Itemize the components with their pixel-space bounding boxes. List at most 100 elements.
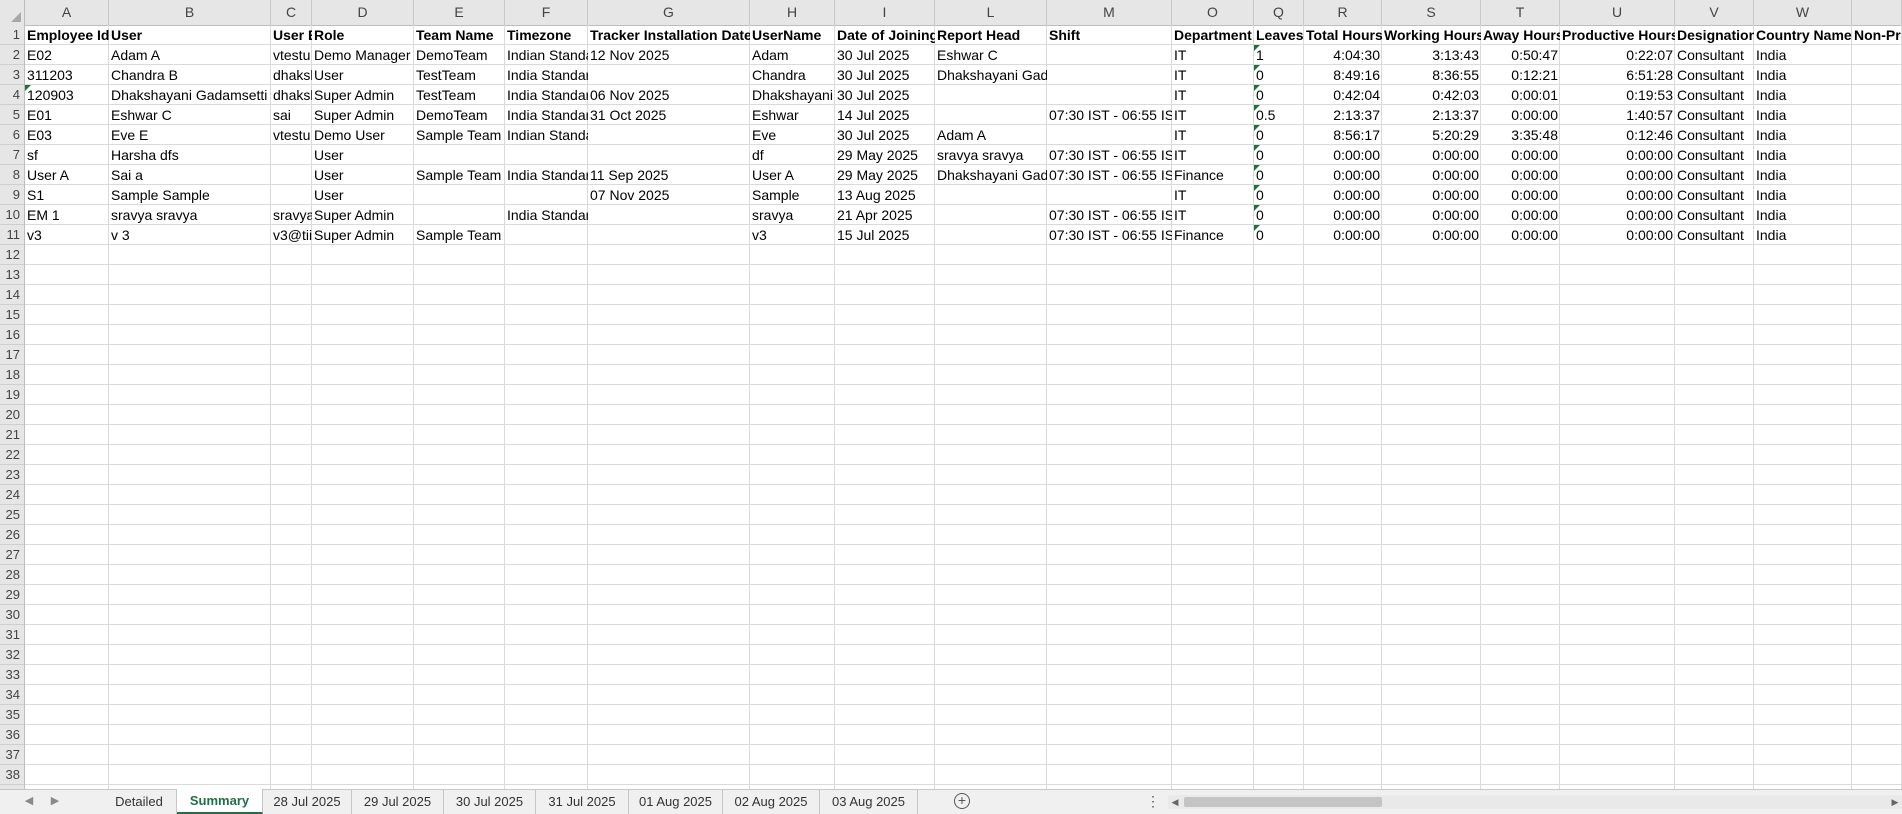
table-cell[interactable]: sf [25,145,109,165]
scrollbar-thumb[interactable] [1184,797,1382,807]
table-cell[interactable]: User [312,145,414,165]
table-cell[interactable]: Sample Team [414,165,505,185]
table-cell[interactable]: dhaksl [271,65,312,85]
row-number[interactable]: 36 [0,725,24,745]
table-cell[interactable]: Adam A [935,125,1047,145]
row-number[interactable]: 1 [0,25,24,45]
header-cell[interactable]: Department [1172,25,1254,45]
table-cell[interactable]: 0:12:21 [1481,65,1560,85]
table-cell[interactable] [1852,105,1902,125]
table-cell[interactable]: Indian Standa [505,45,588,65]
table-cell[interactable]: 0:00:00 [1560,205,1675,225]
table-cell[interactable]: v3 [750,225,835,245]
table-cell[interactable]: 0 [1254,205,1304,225]
table-cell[interactable]: Consultant [1675,85,1754,105]
table-cell[interactable]: 0:12:46 [1560,125,1675,145]
table-cell[interactable] [1047,185,1172,205]
table-cell[interactable]: DemoTeam [414,105,505,125]
table-cell[interactable]: Consultant [1675,185,1754,205]
header-cell[interactable]: Country Name [1754,25,1852,45]
table-cell[interactable]: 0 [1254,65,1304,85]
table-cell[interactable]: 3:13:43 [1382,45,1481,65]
table-cell[interactable] [271,185,312,205]
row-number[interactable]: 12 [0,245,24,265]
table-cell[interactable] [588,65,750,85]
table-cell[interactable]: 0:00:00 [1304,165,1382,185]
table-cell[interactable] [271,165,312,185]
row-number[interactable]: 24 [0,485,24,505]
table-cell[interactable]: 0:00:00 [1481,225,1560,245]
table-cell[interactable]: 31 Oct 2025 [588,105,750,125]
row-number[interactable]: 22 [0,445,24,465]
select-all-corner[interactable] [0,0,25,25]
table-cell[interactable]: 0:00:00 [1304,145,1382,165]
triangle-right-icon[interactable]: ▶ [48,794,62,807]
table-cell[interactable]: TestTeam [414,65,505,85]
header-cell[interactable]: User E [271,25,312,45]
table-cell[interactable]: Sample Team [414,225,505,245]
table-cell[interactable]: 0:00:00 [1481,165,1560,185]
header-cell[interactable]: Designation [1675,25,1754,45]
row-number[interactable]: 10 [0,205,24,225]
header-cell[interactable]: Productive Hours [1560,25,1675,45]
table-cell[interactable]: 07:30 IST - 06:55 IST [1047,105,1172,125]
table-cell[interactable]: India Standar [505,65,588,85]
table-cell[interactable] [505,225,588,245]
table-cell[interactable]: 0:00:00 [1481,105,1560,125]
table-cell[interactable]: Eve E [109,125,271,145]
table-cell[interactable] [1852,45,1902,65]
table-cell[interactable]: 30 Jul 2025 [835,125,935,145]
row-number[interactable]: 34 [0,685,24,705]
table-cell[interactable]: Consultant [1675,205,1754,225]
table-cell[interactable]: v 3 [109,225,271,245]
header-cell[interactable]: Non-Pr [1852,25,1902,45]
table-cell[interactable]: Consultant [1675,125,1754,145]
table-cell[interactable]: 0:00:00 [1560,165,1675,185]
table-cell[interactable]: sravya [271,205,312,225]
column-letter-T[interactable]: T [1481,0,1560,25]
table-cell[interactable]: 0:00:00 [1382,185,1481,205]
table-cell[interactable]: Eve [750,125,835,145]
row-number[interactable]: 20 [0,405,24,425]
table-cell[interactable]: 8:36:55 [1382,65,1481,85]
table-cell[interactable]: 5:20:29 [1382,125,1481,145]
table-cell[interactable]: Eshwar [750,105,835,125]
row-number[interactable]: 21 [0,425,24,445]
table-cell[interactable]: User [312,185,414,205]
table-cell[interactable]: Consultant [1675,225,1754,245]
column-letter-I[interactable]: I [835,0,935,25]
row-number[interactable]: 33 [0,665,24,685]
table-cell[interactable]: 0:00:00 [1382,205,1481,225]
header-cell[interactable]: Tracker Installation Date [588,25,750,45]
table-cell[interactable]: 0 [1254,225,1304,245]
row-number[interactable]: 2 [0,45,24,65]
vertical-ellipsis-icon[interactable]: ⋮ [1146,793,1160,810]
sheet-tab[interactable]: 29 Jul 2025 [352,790,444,814]
table-cell[interactable]: 30 Jul 2025 [835,45,935,65]
table-cell[interactable]: Super Admin [312,85,414,105]
row-number[interactable]: 31 [0,625,24,645]
table-cell[interactable]: 07:30 IST - 06:55 IST [1047,205,1172,225]
column-letter-C[interactable]: C [271,0,312,25]
table-cell[interactable]: sravya sravya [935,145,1047,165]
table-cell[interactable]: 0 [1254,185,1304,205]
table-cell[interactable] [935,105,1047,125]
table-cell[interactable]: India Standar [505,165,588,185]
table-cell[interactable]: IT [1172,85,1254,105]
header-cell[interactable]: Date of Joining [835,25,935,45]
triangle-left-icon[interactable]: ◀ [22,794,36,807]
table-cell[interactable] [1047,65,1172,85]
table-cell[interactable]: 0:00:01 [1481,85,1560,105]
column-letter-Q[interactable]: Q [1254,0,1304,25]
row-number[interactable]: 14 [0,285,24,305]
table-cell[interactable]: 120903 [25,85,109,105]
table-cell[interactable]: 0 [1254,145,1304,165]
table-cell[interactable]: Dhakshayani Gada [935,65,1047,85]
table-cell[interactable] [271,145,312,165]
table-cell[interactable] [935,225,1047,245]
table-cell[interactable]: Consultant [1675,65,1754,85]
sheet-tab[interactable]: 01 Aug 2025 [629,790,723,814]
column-letter-H[interactable]: H [750,0,835,25]
row-number[interactable]: 17 [0,345,24,365]
table-cell[interactable] [1852,225,1902,245]
